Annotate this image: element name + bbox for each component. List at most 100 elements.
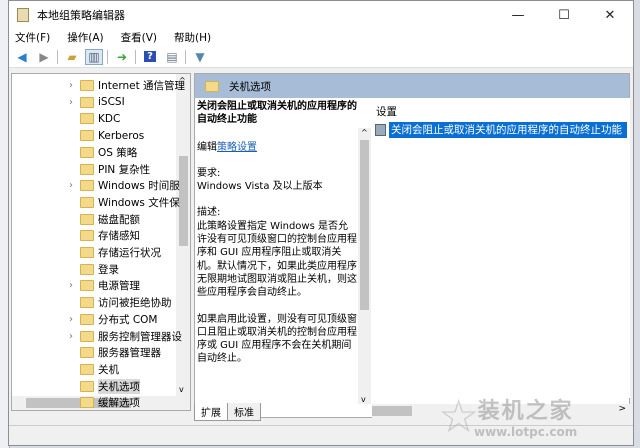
folder-icon (80, 347, 94, 359)
tree-item[interactable]: 缓解选项 (12, 394, 176, 410)
folder-icon (205, 80, 219, 92)
tree-item-label: 分布式 COM (98, 313, 158, 326)
folder-icon (80, 363, 94, 375)
tree-item[interactable]: OS 策略 (12, 144, 176, 161)
tree-item[interactable]: 存储感知 (12, 227, 176, 244)
folder-icon (80, 280, 94, 292)
chevron-right-icon[interactable]: › (69, 280, 73, 291)
tree-item[interactable]: › 分布式 COM (12, 311, 176, 328)
tree-item-label: Kerberos (98, 129, 145, 142)
tree-item[interactable]: 存储运行状况 (12, 244, 176, 261)
chevron-right-icon[interactable]: › (69, 314, 73, 325)
menu-action[interactable]: 操作(A) (67, 30, 103, 45)
menu-file[interactable]: 文件(F) (15, 30, 50, 45)
show-hide-tree-icon[interactable]: ▥ (85, 48, 103, 65)
tree-item[interactable]: 关机 (12, 361, 176, 378)
chevron-right-icon[interactable]: › (69, 80, 73, 91)
filter-icon[interactable]: ▼ (191, 49, 209, 65)
forward-icon[interactable]: ▶ (35, 49, 53, 65)
folder-icon (80, 180, 94, 192)
folder-icon (80, 96, 94, 108)
minimize-button[interactable]: — (495, 8, 541, 23)
tree-vertical-scrollbar[interactable]: ^ v (176, 74, 190, 396)
folder-icon (80, 196, 94, 208)
folder-icon (80, 113, 94, 125)
help-icon[interactable]: ? (141, 49, 159, 65)
tab-extended[interactable]: 扩展 (194, 403, 228, 421)
folder-icon (80, 130, 94, 142)
tree-item[interactable]: 关机选项 (12, 378, 176, 395)
tree-item-label: iSCSI (98, 96, 125, 109)
folder-icon (80, 313, 94, 325)
tree-pane: ^ v › Internet 通信管理 › iSCSI KDC Kerberos OS 策略… (11, 73, 191, 411)
setting-row[interactable]: 关闭会阻止或取消关机的应用程序的自动终止功能 (375, 122, 627, 138)
folder-icon (80, 146, 94, 158)
tree-item-label: 缓解选项 (98, 397, 140, 410)
menu-bar: 文件(F) 操作(A) 查看(V) 帮助(H) (9, 29, 633, 46)
folder-icon (80, 80, 94, 91)
requirements-value: Windows Vista 及以上版本 (197, 181, 323, 193)
chevron-right-icon[interactable]: › (69, 180, 73, 191)
up-folder-icon[interactable]: ▰ (63, 49, 81, 65)
tree-item[interactable]: 服务器管理器 (12, 344, 176, 361)
back-icon[interactable]: ◀ (13, 49, 31, 65)
tree-item-label: 服务控制管理器设 (98, 330, 182, 343)
pane-header: 关机选项 (195, 74, 629, 98)
tree-item[interactable]: 登录 (12, 261, 176, 278)
settings-column-header[interactable]: 设置 (376, 104, 397, 119)
action-pane-icon[interactable]: ▤ (163, 49, 181, 65)
tree-item[interactable]: PIN 复杂性 (12, 161, 176, 178)
tree-item-label: Internet 通信管理 (98, 80, 186, 92)
folder-icon (80, 330, 94, 342)
extended-description: 关闭会阻止或取消关机的应用程序的自动终止功能 编辑策略设置 要求: Windows… (197, 100, 357, 400)
description-label: 描述: (197, 207, 221, 219)
chevron-right-icon[interactable]: › (69, 331, 73, 342)
folder-icon (80, 247, 94, 258)
tree-item-label: PIN 复杂性 (98, 163, 151, 176)
toolbar: ◀ ▶ ▰ ▥ ➜ ? ▤ ▼ (9, 46, 633, 68)
tree-item-label: Windows 时间服 (98, 180, 180, 193)
tree-item[interactable]: › Internet 通信管理 (12, 77, 185, 94)
menu-help[interactable]: 帮助(H) (174, 30, 211, 45)
view-tabs: 扩展 标准 (194, 403, 261, 421)
watermark: ☆ 装机之家 www.lotpc.com (438, 389, 578, 443)
tree-item[interactable]: 访问被拒绝协助 (12, 294, 176, 311)
folder-icon (80, 163, 94, 175)
folder-icon (80, 397, 94, 409)
tree-item[interactable]: Windows 文件保 (12, 194, 180, 211)
edit-policy-link[interactable]: 策略设置 (217, 142, 257, 153)
setting-label: 关闭会阻止或取消关机的应用程序的自动终止功能 (389, 122, 627, 138)
settings-list: 设置 关闭会阻止或取消关机的应用程序的自动终止功能 > (372, 98, 630, 418)
window-title: 本地组策略编辑器 (37, 9, 125, 22)
tree-item[interactable]: › 服务控制管理器设 (12, 328, 182, 345)
maximize-button[interactable]: ☐ (541, 8, 587, 23)
tree-item-label: 登录 (98, 263, 119, 276)
policy-setting-icon (375, 124, 386, 136)
menu-view[interactable]: 查看(V) (121, 30, 157, 45)
tree-scroll-thumb[interactable] (179, 156, 188, 246)
tree-item-label: OS 策略 (98, 146, 138, 159)
description-text-2: 如果启用此设置，则没有可见顶级窗口且阻止或取消关机的控制台应用程序或 GUI 应… (197, 313, 357, 365)
policy-title: 关闭会阻止或取消关机的应用程序的自动终止功能 (197, 101, 357, 126)
tree-item-label: 服务器管理器 (98, 347, 161, 360)
tree-item[interactable]: Kerberos (12, 127, 176, 144)
tree-item-label: 关机 (98, 363, 119, 376)
folder-icon (80, 380, 94, 392)
export-icon[interactable]: ➜ (113, 49, 131, 65)
tree-item[interactable]: KDC (12, 110, 176, 127)
details-pane: 关机选项 关闭会阻止或取消关机的应用程序的自动终止功能 编辑策略设置 要求: Wi… (194, 73, 630, 418)
tree-item-label: 存储运行状况 (98, 247, 161, 259)
tree-item[interactable]: › Windows 时间服 (12, 177, 180, 194)
tree-item-label: 存储感知 (98, 230, 140, 243)
tree-item-label: 访问被拒绝协助 (98, 297, 172, 310)
tree-item[interactable]: › iSCSI (12, 94, 176, 111)
tree-item[interactable]: › 电源管理 (12, 277, 176, 294)
tab-standard[interactable]: 标准 (227, 403, 261, 421)
tree-item-label: Windows 文件保 (98, 196, 180, 209)
close-button[interactable]: ✕ (587, 8, 633, 23)
tree-item-label: 磁盘配额 (98, 213, 140, 226)
tree-item-label: 电源管理 (98, 280, 140, 293)
description-scrollbar[interactable]: ^ v (358, 128, 371, 404)
tree-item[interactable]: 磁盘配额 (12, 211, 176, 228)
chevron-right-icon[interactable]: › (69, 97, 73, 108)
